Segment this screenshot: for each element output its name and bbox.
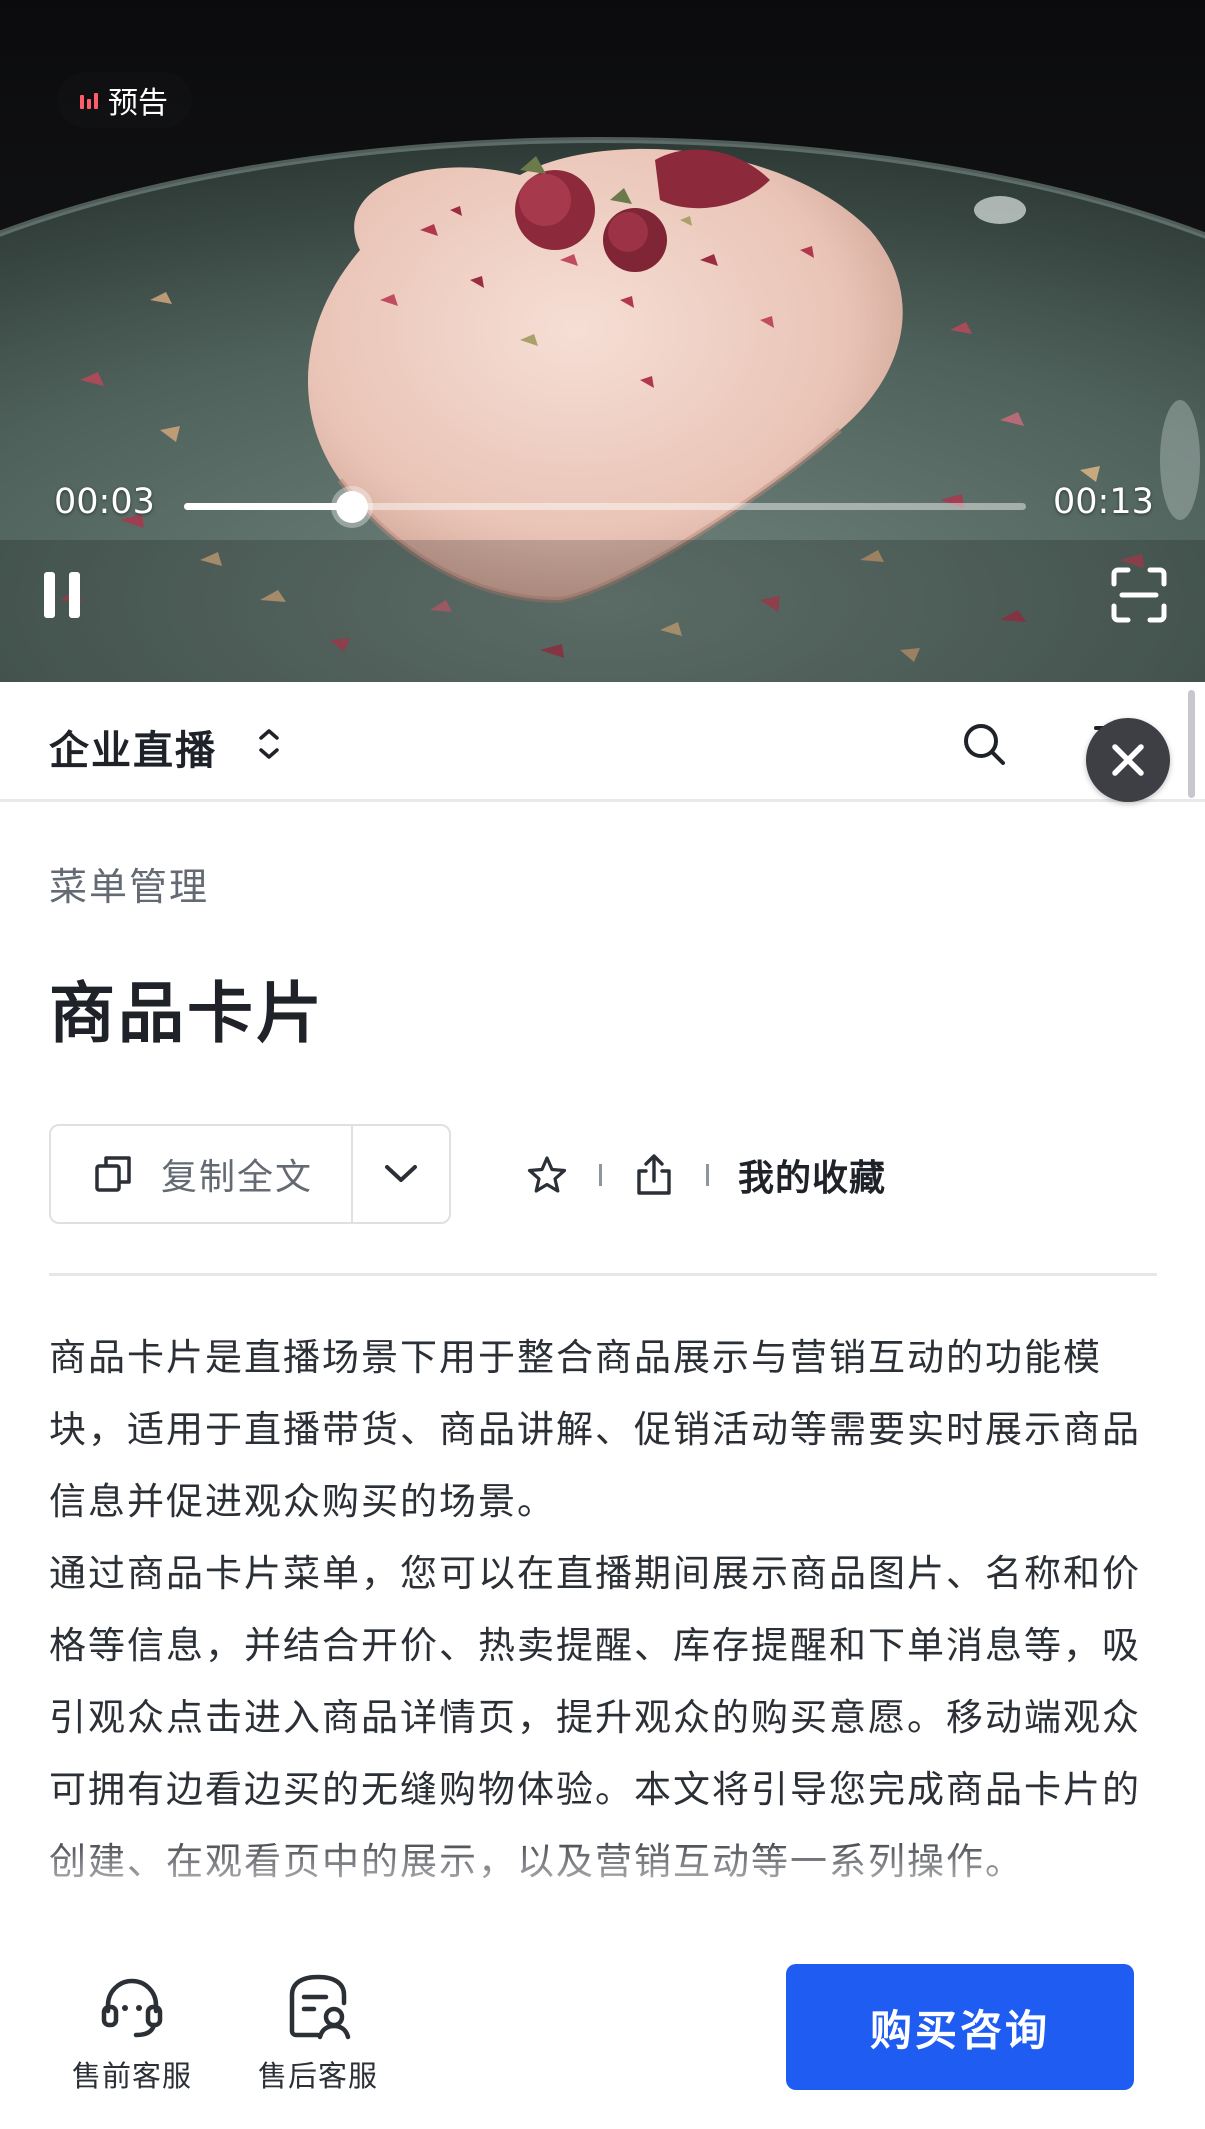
preview-badge-label: 预告 [108,86,168,121]
page: 预告 00:03 00:13 企业直播 菜单管理 商品卡片 复制全文 我的收藏 … [0,0,1205,2129]
video-player[interactable]: 预告 00:03 00:13 [0,0,1205,682]
preview-badge: 预告 [58,72,192,128]
copy-all-label: 复制全文 [161,1157,314,1198]
page-title: 商品卡片 [49,975,325,1052]
action-divider [706,1164,709,1186]
progress-fill [184,503,353,510]
article-body: 商品卡片是直播场景下用于整合商品展示与营销互动的功能模块，适用于直播带货、商品讲… [49,1322,1159,1898]
doc-actions: 我的收藏 [524,1150,886,1200]
close-button[interactable] [1086,718,1170,802]
presale-service-label: 售前客服 [71,2059,192,2093]
action-divider [599,1164,602,1186]
total-time: 00:13 [1053,482,1154,522]
content-fade [0,1830,1205,1930]
live-bars-icon [80,91,98,109]
chevron-down-icon [385,1165,417,1182]
headset-icon [101,1978,163,2038]
presale-service-button[interactable]: 售前客服 [52,1971,212,2101]
pause-icon [44,572,55,618]
paragraph: 商品卡片是直播场景下用于整合商品展示与营销互动的功能模块，适用于直播带货、商品讲… [49,1336,1141,1523]
search-icon[interactable] [960,720,1008,768]
copy-all-button[interactable]: 复制全文 [51,1126,353,1222]
copy-button-group: 复制全文 [49,1124,451,1224]
my-favorites-link[interactable]: 我的收藏 [738,1149,886,1201]
breadcrumb[interactable]: 菜单管理 [49,856,209,911]
bottom-action-bar: 售前客服 售后客服 购买咨询 [0,1926,1205,2129]
favorite-button[interactable] [524,1152,570,1198]
aftersale-service-label: 售后客服 [257,2059,378,2093]
share-icon [637,1154,671,1195]
copy-icon [95,1156,131,1192]
aftersale-service-button[interactable]: 售后客服 [238,1971,398,2101]
content-divider [49,1273,1157,1276]
scrollbar-thumb[interactable] [1188,690,1195,798]
close-icon [1112,744,1144,776]
share-button[interactable] [631,1152,677,1198]
star-icon [527,1156,567,1193]
service-person-icon [289,1974,351,2040]
copy-options-dropdown[interactable] [353,1126,449,1222]
switch-arrows-icon[interactable] [256,726,282,762]
pause-button[interactable] [40,568,84,622]
purchase-consult-button[interactable]: 购买咨询 [786,1964,1134,2090]
doc-nav-bar: 企业直播 [0,682,1205,802]
product-title[interactable]: 企业直播 [49,718,217,776]
fullscreen-icon[interactable] [1108,564,1170,626]
current-time: 00:03 [54,482,155,522]
progress-bar[interactable] [184,491,1026,523]
